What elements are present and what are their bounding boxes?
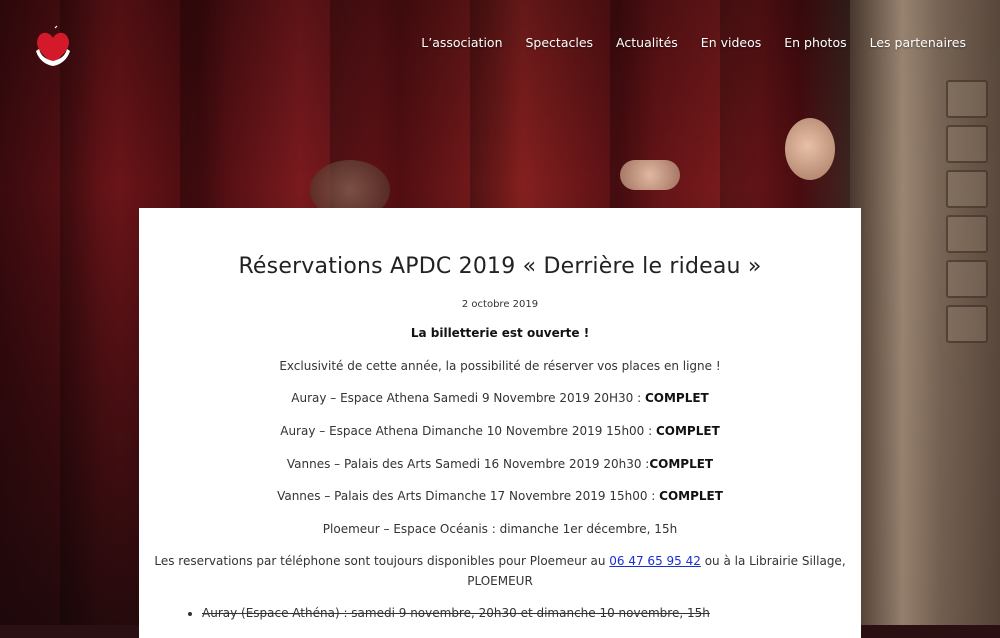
session-text: Ploemeur – Espace Océanis : dimanche 1er…: [322, 522, 678, 536]
session-text: Auray – Espace Athena Samedi 9 Novembre …: [291, 391, 645, 405]
nav-item-partenaires[interactable]: Les partenaires: [870, 35, 966, 50]
session-line: Auray – Espace Athena Samedi 9 Novembre …: [139, 388, 861, 408]
article-title: Réservations APDC 2019 « Derrière le rid…: [238, 254, 762, 279]
session-text: Vannes – Palais des Arts Samedi 16 Novem…: [286, 457, 650, 471]
phone-text-before: Les reservations par téléphone sont touj…: [154, 554, 610, 568]
exclusive-text: Exclusivité de cette année, la possibili…: [279, 359, 721, 373]
phone-text-after: ou à la Librairie Sillage,: [700, 554, 846, 568]
session-status: COMPLET: [655, 424, 720, 438]
intro-bold: La billetterie est ouverte !: [410, 326, 590, 340]
session-status: COMPLET: [659, 489, 723, 503]
intro-text: La billetterie est ouverte !: [139, 323, 861, 343]
nav-item-videos[interactable]: En videos: [701, 35, 761, 50]
article-card: Réservations APDC 2019 « Derrière le rid…: [139, 208, 861, 638]
session-status: COMPLET: [649, 457, 714, 471]
phone-text-line2: PLOEMEUR: [467, 574, 533, 588]
session-status: COMPLET: [644, 391, 709, 405]
session-line: Vannes – Palais des Arts Dimanche 17 Nov…: [139, 486, 861, 506]
site-logo[interactable]: [33, 25, 73, 69]
session-text: Vannes – Palais des Arts Dimanche 17 Nov…: [277, 489, 660, 503]
nav-item-actualites[interactable]: Actualités: [616, 35, 678, 50]
actor-hand: [620, 160, 680, 190]
heart-hands-logo-icon: [36, 25, 70, 66]
phone-number-link[interactable]: 06 47 65 95 42: [609, 554, 701, 568]
list-item: Auray (Espace Athéna) : samedi 9 novembr…: [202, 606, 710, 620]
phone-reservation-text: Les reservations par téléphone sont touj…: [139, 551, 861, 591]
stage-pillar: [850, 0, 1000, 625]
article-date: 2 octobre 2019: [461, 299, 539, 310]
nav-item-spectacles[interactable]: Spectacles: [526, 35, 594, 50]
session-line: Auray – Espace Athena Dimanche 10 Novemb…: [139, 421, 861, 441]
main-navigation: L’association Spectacles Actualités En v…: [398, 35, 966, 50]
nav-item-photos[interactable]: En photos: [784, 35, 846, 50]
session-line: Vannes – Palais des Arts Samedi 16 Novem…: [139, 454, 861, 474]
session-line: Ploemeur – Espace Océanis : dimanche 1er…: [139, 519, 861, 539]
session-text: Auray – Espace Athena Dimanche 10 Novemb…: [280, 424, 656, 438]
actor-face: [785, 118, 835, 180]
venue-list: Auray (Espace Athéna) : samedi 9 novembr…: [188, 606, 710, 620]
curtain-fold: [60, 0, 100, 625]
nav-item-association[interactable]: L’association: [421, 35, 502, 50]
